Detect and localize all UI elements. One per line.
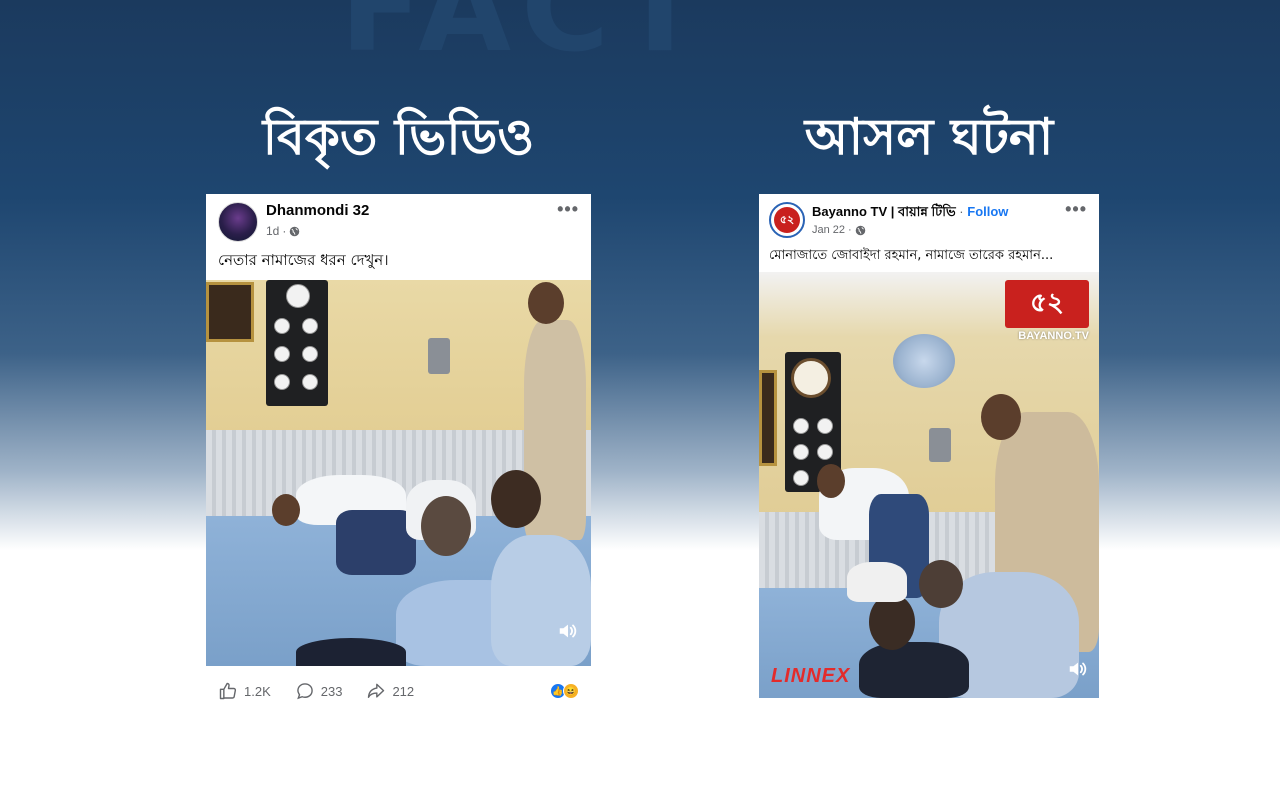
post-video[interactable] (206, 280, 591, 666)
haha-reaction-icon: 😆 (563, 683, 579, 699)
prayer-clock-board (266, 280, 328, 406)
globe-icon (855, 225, 865, 235)
fake-video-heading: বিকৃত ভিডিও (262, 107, 535, 166)
post-meta: 1d · (266, 224, 300, 238)
page-name-row: Bayanno TV | বায়ান্ন টিভি · Follow (812, 203, 1008, 224)
shares-count: 212 (392, 683, 415, 699)
meta-separator: · (282, 224, 287, 238)
wall-fan (893, 334, 955, 388)
wall-frame (759, 370, 777, 466)
avatar-logo: ৫২ (774, 207, 800, 233)
post-caption: মোনাজাতে জোবাইদা রহমান, নামাজে তারেক রহম… (769, 248, 1054, 263)
post-meta: Jan 22 · (812, 224, 866, 236)
wall-frame (206, 282, 254, 342)
post-actions-bar: 1.2K 233 212 👍 😆 (206, 666, 591, 716)
post-caption: নেতার নামাজের ধরন দেখুন। (218, 251, 389, 269)
comment-button[interactable]: 233 (295, 681, 343, 701)
comments-count: 233 (320, 683, 343, 699)
post-video[interactable]: ৫২ BAYANNO.TV LINNEX (759, 272, 1099, 698)
channel-logo-caption: BAYANNO.TV (1018, 330, 1089, 342)
post-header: ৫২ Bayanno TV | বায়ান্ন টিভি · Follow J… (759, 194, 1099, 246)
post-header: Dhanmondi 32 1d · ••• (206, 194, 591, 246)
like-button[interactable]: 1.2K (218, 681, 271, 701)
page-avatar[interactable] (218, 202, 258, 242)
speaker-icon[interactable] (557, 620, 579, 642)
more-options-icon[interactable]: ••• (557, 200, 579, 218)
background-watermark-text: FACT (340, 0, 711, 79)
wall-lamp (428, 338, 450, 374)
post-time[interactable]: Jan 22 (812, 224, 845, 236)
wall-lamp (929, 428, 951, 462)
meta-separator: · (848, 224, 852, 236)
follow-button[interactable]: Follow (967, 204, 1008, 219)
more-options-icon[interactable]: ••• (1065, 200, 1087, 218)
speaker-icon[interactable] (1067, 658, 1089, 680)
post-time[interactable]: 1d (266, 224, 279, 238)
channel-logo: ৫২ (1005, 280, 1089, 328)
reactions-summary[interactable]: 👍 😆 (550, 683, 579, 699)
watermark-text: LINNEX (771, 665, 851, 687)
fake-post-card: Dhanmondi 32 1d · ••• নেতার নামাজের ধরন … (206, 194, 591, 716)
real-post-card: ৫২ Bayanno TV | বায়ান্ন টিভি · Follow J… (759, 194, 1099, 698)
likes-count: 1.2K (244, 683, 271, 699)
share-button[interactable]: 212 (366, 681, 414, 701)
share-icon (368, 683, 385, 698)
comment-icon (296, 683, 313, 700)
page-name[interactable]: Bayanno TV | বায়ান্ন টিভি (812, 204, 956, 219)
like-icon (219, 682, 237, 700)
real-event-heading: আসল ঘটনা (804, 107, 1054, 166)
globe-icon (290, 226, 300, 236)
page-avatar[interactable]: ৫২ (769, 202, 805, 238)
page-name[interactable]: Dhanmondi 32 (266, 202, 369, 219)
